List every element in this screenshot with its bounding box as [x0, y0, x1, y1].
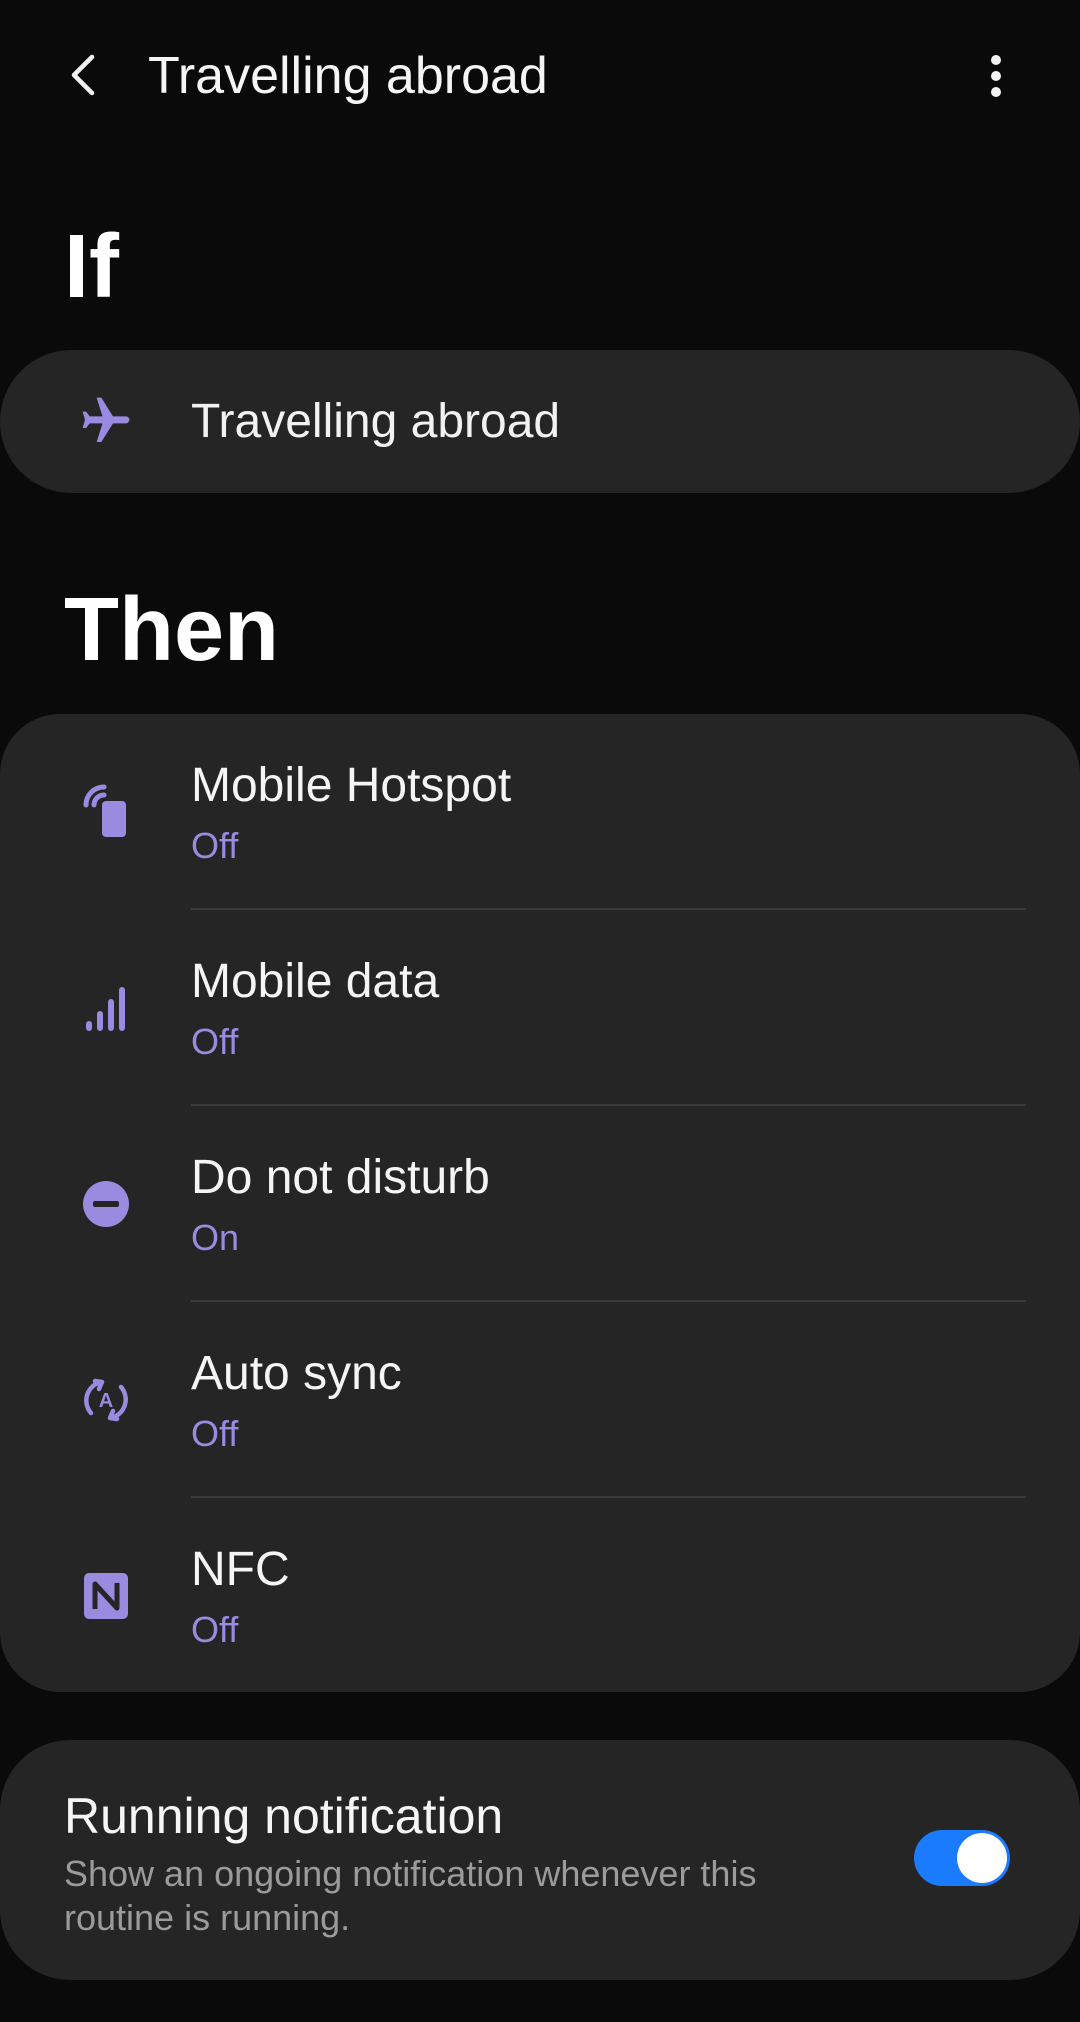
- auto-sync-icon: A: [76, 1370, 136, 1430]
- running-notification-title: Running notification: [64, 1788, 504, 1844]
- signal-bars-icon: [76, 978, 136, 1038]
- more-options-button[interactable]: [966, 40, 1026, 112]
- back-arrow-icon: [71, 54, 95, 96]
- action-status: Off: [191, 1609, 239, 1650]
- do-not-disturb-icon: [76, 1174, 136, 1234]
- page-title: Travelling abroad: [148, 47, 548, 105]
- action-title: Mobile data: [191, 955, 440, 1008]
- nfc-icon: [76, 1566, 136, 1626]
- action-row-nfc[interactable]: NFC Off: [0, 1498, 1080, 1694]
- top-app-bar: Travelling abroad: [0, 0, 1080, 150]
- then-heading: Then: [64, 580, 279, 680]
- running-notification-description: Show an ongoing notification whenever th…: [64, 1853, 757, 1938]
- action-status: On: [191, 1217, 240, 1258]
- running-notification-card[interactable]: Running notification Show an ongoing not…: [0, 1740, 1080, 1980]
- action-title: Mobile Hotspot: [191, 759, 512, 812]
- action-title: NFC: [191, 1543, 290, 1596]
- action-row-auto-sync[interactable]: A Auto sync Off: [0, 1302, 1080, 1498]
- if-condition-label: Travelling abroad: [191, 395, 561, 448]
- action-status: Off: [191, 825, 239, 866]
- action-status: Off: [191, 1021, 239, 1062]
- if-heading: If: [64, 217, 119, 317]
- running-notification-toggle[interactable]: [914, 1830, 1010, 1886]
- if-condition-card[interactable]: Travelling abroad: [0, 350, 1080, 493]
- more-options-icon: [991, 55, 1001, 97]
- action-title: Do not disturb: [191, 1151, 490, 1204]
- then-actions-card: Mobile Hotspot Off Mobile data Off Do no…: [0, 714, 1080, 1692]
- airplane-icon: [76, 391, 136, 451]
- action-status: Off: [191, 1413, 239, 1454]
- toggle-knob: [957, 1833, 1007, 1883]
- hotspot-icon: [76, 782, 136, 842]
- action-title: Auto sync: [191, 1347, 402, 1400]
- action-row-do-not-disturb[interactable]: Do not disturb On: [0, 1106, 1080, 1302]
- back-button[interactable]: [52, 38, 116, 112]
- action-row-mobile-hotspot[interactable]: Mobile Hotspot Off: [0, 714, 1080, 910]
- svg-text:A: A: [99, 1390, 113, 1412]
- action-row-mobile-data[interactable]: Mobile data Off: [0, 910, 1080, 1106]
